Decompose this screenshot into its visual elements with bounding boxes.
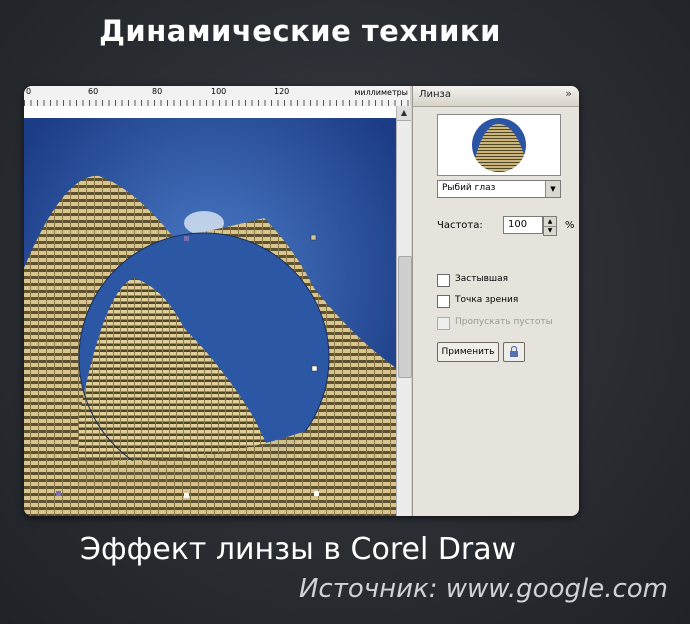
frozen-checkbox[interactable] <box>437 274 450 287</box>
viewpoint-label: Точка зрения <box>455 295 519 305</box>
ruler-label: 60 <box>88 87 99 96</box>
vertical-scrollbar[interactable]: ▲ <box>396 106 412 516</box>
remove-face-checkbox <box>437 317 450 330</box>
ruler-label: 80 <box>152 87 163 96</box>
horizontal-ruler: 0 60 80 100 120 миллиметры <box>24 86 410 107</box>
lock-icon <box>510 345 518 357</box>
lens-preview-thumbnail <box>472 118 526 172</box>
drawing-canvas[interactable] <box>24 118 396 516</box>
ruler-label: 0 <box>26 87 32 96</box>
ruler-label: 100 <box>211 87 227 96</box>
lens-docker: Линза » Рыбий глаз ▼ Частота: 100 ▲ ▼ % … <box>412 86 579 516</box>
frozen-label: Застывшая <box>455 274 509 284</box>
frequency-input[interactable]: 100 <box>503 216 543 234</box>
frequency-spinner[interactable]: ▲ ▼ <box>543 216 557 236</box>
slide-caption: Эффект линзы в Corel Draw <box>80 532 517 567</box>
corel-screenshot: 0 60 80 100 120 миллиметры ▲ Линза » Рыб… <box>24 86 579 516</box>
remove-face-label: Пропускать пустоты <box>455 317 553 327</box>
ruler-unit: миллиметры <box>354 88 408 97</box>
lens-type-select[interactable]: Рыбий глаз ▼ <box>437 180 561 198</box>
spin-down-icon[interactable]: ▼ <box>544 226 556 235</box>
docker-title: Линза <box>419 89 452 100</box>
page-margin <box>24 106 396 118</box>
scroll-up-icon[interactable]: ▲ <box>397 106 411 121</box>
chevron-down-icon[interactable]: ▼ <box>545 181 560 197</box>
apply-button[interactable]: Применить <box>437 342 499 362</box>
frequency-label: Частота: <box>437 220 483 231</box>
slide-title: Динамические техники <box>99 14 501 48</box>
frequency-unit: % <box>565 220 575 231</box>
scroll-thumb[interactable] <box>398 256 412 378</box>
slide-source: Источник: www.google.com <box>298 574 668 604</box>
lens-type-value: Рыбий глаз <box>442 183 496 193</box>
ruler-label: 120 <box>274 87 290 96</box>
viewpoint-checkbox[interactable] <box>437 295 450 308</box>
lock-button[interactable] <box>503 342 525 362</box>
lens-preview <box>437 114 561 176</box>
collapse-chevron-icon[interactable]: » <box>565 87 572 100</box>
building-photo <box>24 118 396 516</box>
docker-header: Линза » <box>413 86 579 107</box>
